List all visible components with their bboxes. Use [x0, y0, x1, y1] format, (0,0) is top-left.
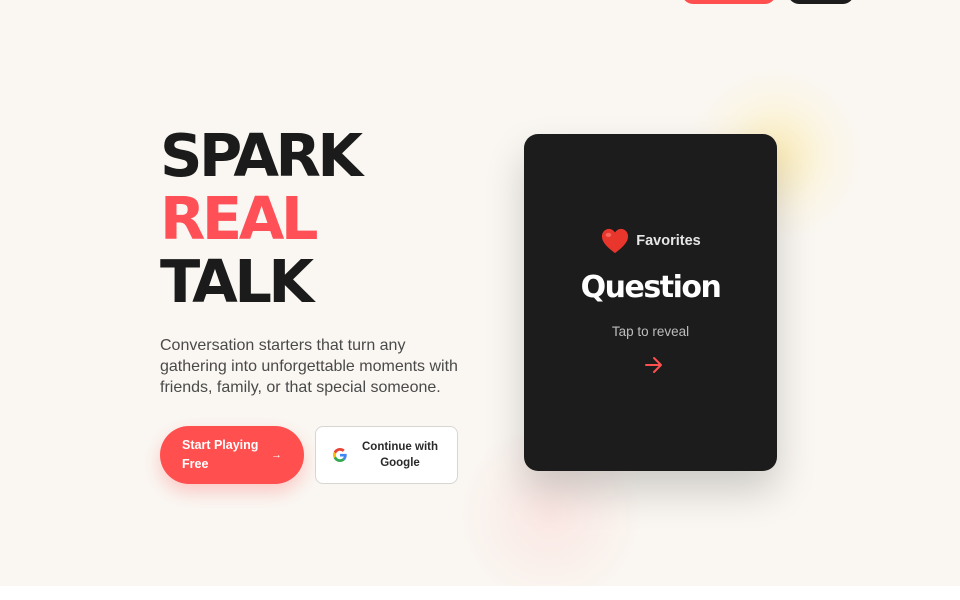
arrow-right-icon[interactable]: [644, 356, 664, 374]
google-icon: [333, 448, 347, 462]
card-hint: Tap to reveal: [611, 324, 690, 339]
question-card[interactable]: Favorites Question Tap to reveal: [524, 134, 777, 471]
headline-line-2: REAL: [160, 184, 318, 253]
nav-primary-button[interactable]: [682, 0, 776, 4]
hero-subtext: Conversation starters that turn any gath…: [160, 337, 458, 396]
start-playing-button[interactable]: Start Playing Free →: [160, 426, 304, 484]
heart-icon: [602, 228, 629, 254]
continue-with-google-button[interactable]: Continue with Google: [315, 426, 458, 484]
hero-headline: SPARK REAL TALK: [160, 121, 363, 316]
nav-secondary-button[interactable]: [788, 0, 854, 4]
card-category-label: Favorites: [636, 233, 701, 249]
card-title: Question: [580, 270, 722, 305]
continue-with-google-label: Continue with Google: [361, 441, 438, 469]
arrow-right-icon: →: [271, 449, 282, 461]
headline-line-3: TALK: [160, 247, 314, 316]
card-category: Favorites: [524, 227, 777, 255]
landing-page: SPARK REAL TALK Conversation starters th…: [0, 0, 960, 586]
headline-line-1: SPARK: [160, 121, 363, 190]
start-playing-label: Start Playing Free: [182, 438, 259, 471]
